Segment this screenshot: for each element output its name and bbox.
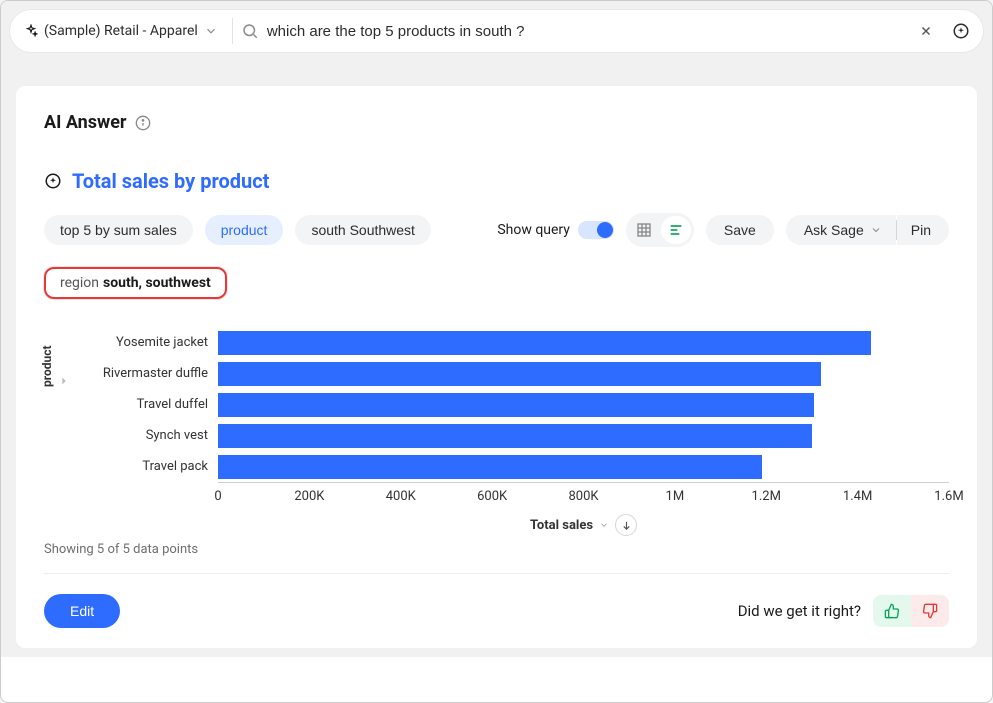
toggle-switch[interactable]	[578, 221, 614, 239]
bar[interactable]	[218, 424, 812, 448]
divider	[232, 18, 233, 44]
y-tick-label: Travel duffel	[68, 389, 218, 420]
x-tick-label: 1.6M	[934, 489, 963, 504]
view-switch	[626, 213, 694, 247]
filter-chip-value: south, southwest	[103, 275, 211, 291]
feedback-label: Did we get it right?	[738, 602, 861, 620]
app-window: (Sample) Retail - Apparel AI Answer	[0, 0, 993, 703]
ask-sage-button[interactable]: Ask Sage	[786, 215, 896, 245]
yaxis-expand-icon[interactable]	[58, 375, 70, 387]
bar[interactable]	[218, 393, 814, 417]
bar[interactable]	[218, 331, 871, 355]
controls-row: top 5 by sum sales product south Southwest…	[44, 213, 949, 247]
thumbs-up-button[interactable]	[873, 595, 911, 627]
y-tick-label: Yosemite jacket	[68, 327, 218, 358]
x-tick-label: 1.4M	[843, 489, 872, 504]
show-query-label: Show query	[497, 222, 570, 238]
filter-pills: top 5 by sum sales product south Southwest	[44, 215, 431, 245]
bar[interactable]	[218, 362, 821, 386]
search-bar: (Sample) Retail - Apparel	[9, 9, 984, 53]
sort-button[interactable]	[615, 514, 637, 536]
y-axis-title: product	[40, 345, 54, 387]
answer-title-row: Total sales by product	[44, 169, 949, 193]
filter-pill[interactable]: product	[205, 215, 284, 245]
sparkle-icon	[44, 172, 62, 190]
datapoints-text: Showing 5 of 5 data points	[44, 542, 949, 557]
source-picker[interactable]: (Sample) Retail - Apparel	[18, 19, 224, 43]
chart-view-button[interactable]	[661, 216, 691, 244]
x-tick-label: 200K	[294, 489, 324, 504]
thumbs-down-button[interactable]	[911, 595, 949, 627]
x-tick-label: 800K	[568, 489, 598, 504]
ai-answer-header: AI Answer	[44, 112, 949, 133]
y-tick-label: Synch vest	[68, 420, 218, 451]
plot-area: 0200K400K600K800K1M1.2M1.4M1.6M Total sa…	[218, 327, 949, 536]
edit-button[interactable]: Edit	[44, 594, 120, 628]
chart: product Yosemite jacketRivermaster duffl…	[44, 327, 949, 536]
footer-row: Edit Did we get it right?	[44, 573, 949, 628]
search-icon	[241, 22, 259, 40]
ai-answer-title: AI Answer	[44, 112, 127, 133]
chevron-down-icon[interactable]	[599, 520, 609, 530]
filter-chip-label: region	[60, 275, 99, 291]
x-axis-title: Total sales	[218, 514, 949, 536]
ask-sage-pin-group: Ask Sage Pin	[786, 215, 949, 245]
answer-card: AI Answer Total sales by product top 5 b…	[15, 85, 978, 649]
table-view-button[interactable]	[629, 216, 659, 244]
content: AI Answer Total sales by product top 5 b…	[1, 61, 992, 657]
region-filter-chip[interactable]: region south, southwest	[44, 267, 227, 299]
sparkle-icon	[24, 24, 38, 38]
x-tick-label: 1M	[666, 489, 685, 504]
bar[interactable]	[218, 455, 762, 479]
topbar: (Sample) Retail - Apparel	[1, 1, 992, 61]
search-input[interactable]	[267, 23, 905, 40]
x-tick-label: 1.2M	[752, 489, 781, 504]
x-axis: 0200K400K600K800K1M1.2M1.4M1.6M	[218, 482, 949, 508]
y-tick-label: Rivermaster duffle	[68, 358, 218, 389]
x-tick-label: 0	[214, 489, 221, 504]
info-icon[interactable]	[135, 115, 151, 131]
answer-title[interactable]: Total sales by product	[72, 169, 269, 193]
y-axis-labels: Yosemite jacketRivermaster duffleTravel …	[68, 327, 218, 536]
pin-button[interactable]: Pin	[897, 215, 949, 245]
source-label: (Sample) Retail - Apparel	[44, 23, 198, 39]
show-query-toggle: Show query	[497, 221, 614, 239]
y-tick-label: Travel pack	[68, 451, 218, 482]
x-tick-label: 400K	[386, 489, 416, 504]
sage-trigger[interactable]	[947, 17, 975, 45]
chevron-down-icon	[204, 24, 218, 38]
filter-pill[interactable]: south Southwest	[295, 215, 431, 245]
filter-pill[interactable]: top 5 by sum sales	[44, 215, 193, 245]
clear-search-button[interactable]	[913, 18, 939, 44]
save-button[interactable]: Save	[706, 215, 774, 245]
x-tick-label: 600K	[477, 489, 507, 504]
feedback: Did we get it right?	[738, 595, 949, 627]
